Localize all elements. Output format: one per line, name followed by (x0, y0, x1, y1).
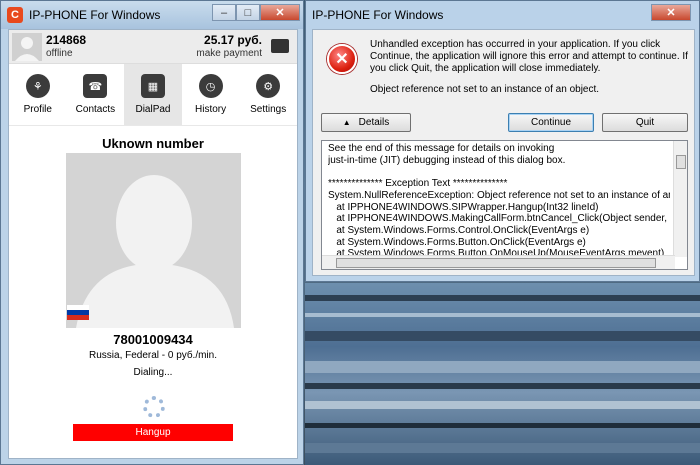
nav-label: History (195, 104, 227, 115)
nav-label: Settings (250, 104, 287, 115)
call-rate-info: Russia, Federal - 0 руб./min. (89, 350, 217, 361)
details-line: at System.Windows.Forms.Control.OnClick(… (328, 224, 590, 236)
exception-details-textbox[interactable]: See the end of this message for details … (321, 140, 688, 270)
account-bar: 214868 offline 25.17 руб. make payment (9, 30, 297, 64)
nav-label: Contacts (75, 104, 116, 115)
details-line: at IPPHONE4WINDOWS.SIPWrapper.Hangup(Int… (328, 201, 599, 213)
wallet-icon[interactable] (271, 39, 289, 53)
caller-photo (66, 153, 241, 328)
exception-detail: Object reference not set to an instance … (370, 84, 600, 95)
call-status: Dialing... (133, 367, 173, 378)
window-controls: – □ ✕ (212, 4, 300, 21)
user-avatar (12, 33, 42, 61)
dialog-client-area: ✕ Unhandled exception has occurred in yo… (312, 29, 695, 276)
nav-dialpad[interactable]: ▦ DialPad (124, 64, 182, 125)
vertical-scrollbar[interactable] (673, 141, 687, 257)
contacts-icon: ☎ (83, 74, 108, 98)
caller-title: Uknown number (102, 136, 204, 151)
details-line (328, 166, 670, 178)
dialog-title-bar[interactable]: IP-PHONE For Windows (306, 1, 699, 29)
app-client-area: 214868 offline 25.17 руб. make payment ⚘… (8, 29, 298, 459)
nav-history[interactable]: ◷ History (182, 64, 240, 125)
details-line: just-in-time (JIT) debugging instead of … (328, 154, 566, 166)
error-icon: ✕ (327, 44, 357, 74)
app-icon: C (7, 7, 23, 23)
quit-button[interactable]: Quit (602, 113, 688, 132)
details-line: See the end of this message for details … (328, 143, 555, 154)
nav-contacts[interactable]: ☎ Contacts (67, 64, 125, 125)
scroll-thumb[interactable] (676, 155, 686, 169)
country-flag-icon (67, 305, 89, 320)
account-balance: 25.17 руб. (204, 33, 262, 47)
details-button[interactable]: ▲ Details (321, 113, 411, 132)
details-line: at IPPHONE4WINDOWS.MakingCallForm.btnCan… (328, 213, 670, 225)
settings-icon: ⚙ (256, 74, 281, 98)
exception-message: Unhandled exception has occurred in your… (370, 39, 688, 74)
details-button-label: Details (358, 117, 390, 128)
hangup-button[interactable]: Hangup (73, 424, 233, 441)
account-status: offline (46, 48, 73, 59)
nav-label: DialPad (135, 104, 171, 115)
minimize-button[interactable]: – (212, 4, 236, 21)
nav-settings[interactable]: ⚙ Settings (239, 64, 297, 125)
close-button[interactable]: ✕ (260, 4, 300, 21)
dialed-number: 78001009434 (113, 332, 193, 347)
ipphone-window: C IP-PHONE For Windows – □ ✕ 214868 offl… (0, 0, 304, 465)
dialpad-icon: ▦ (140, 74, 165, 98)
main-nav: ⚘ Profile ☎ Contacts ▦ DialPad ◷ History… (9, 64, 297, 126)
window-title: IP-PHONE For Windows (29, 8, 161, 22)
profile-icon: ⚘ (25, 74, 50, 98)
loading-spinner-icon (143, 396, 165, 418)
dialog-close-button[interactable]: ✕ (651, 4, 691, 21)
account-number: 214868 (46, 33, 87, 47)
continue-button[interactable]: Continue (508, 113, 594, 132)
history-icon: ◷ (198, 74, 223, 98)
corrupted-screen-area (305, 283, 700, 465)
details-line: ************** Exception Text **********… (328, 178, 508, 190)
expand-arrow-icon: ▲ (342, 118, 351, 127)
details-text: See the end of this message for details … (328, 143, 670, 260)
maximize-button[interactable]: □ (236, 4, 260, 21)
horizontal-scrollbar[interactable] (322, 255, 675, 269)
error-dialog-window: IP-PHONE For Windows ✕ ✕ Unhandled excep… (305, 0, 700, 282)
nav-label: Profile (23, 104, 52, 115)
details-line: System.NullReferenceException: Object re… (328, 189, 670, 201)
nav-profile[interactable]: ⚘ Profile (9, 64, 67, 125)
make-payment-link[interactable]: make payment (196, 48, 262, 59)
scroll-thumb[interactable] (336, 258, 656, 268)
dialog-controls: ✕ (651, 4, 691, 21)
details-line: at System.Windows.Forms.Button.OnClick(E… (328, 236, 586, 248)
dialog-title: IP-PHONE For Windows (312, 8, 444, 22)
